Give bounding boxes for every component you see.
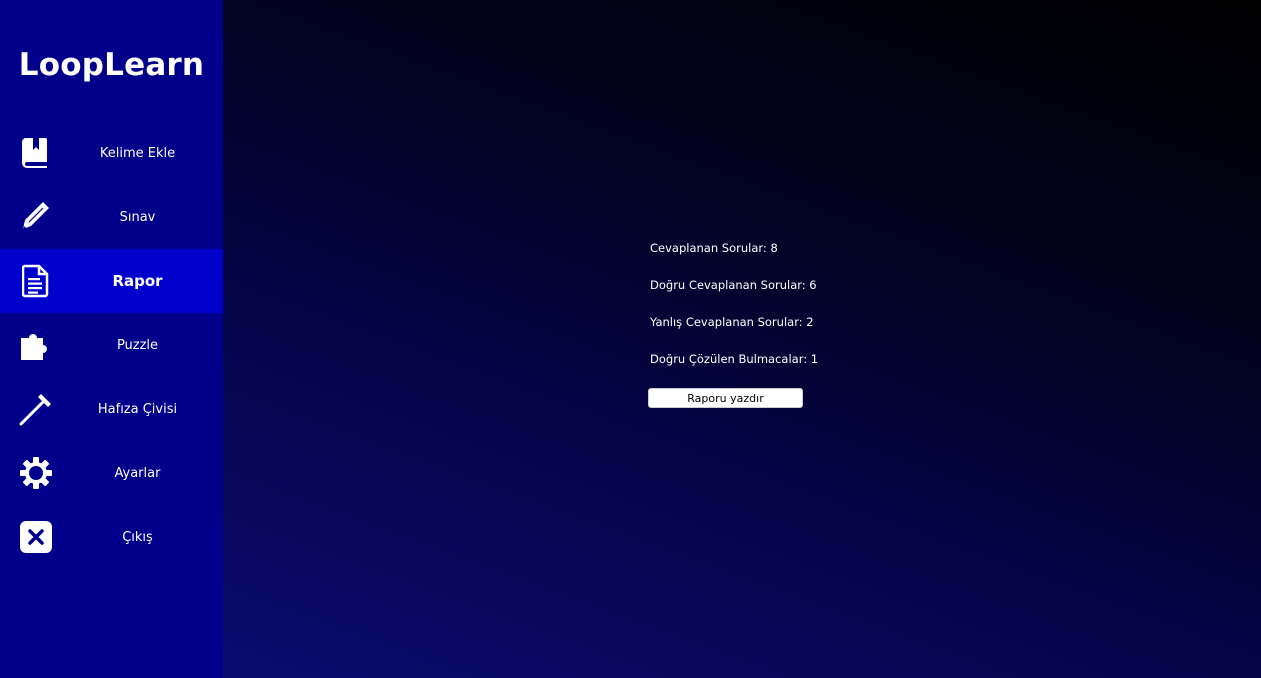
sidebar-item-rapor[interactable]: Rapor xyxy=(0,249,223,313)
stat-answered: Cevaplanan Sorular: 8 xyxy=(650,240,818,277)
sidebar-item-sinav[interactable]: Sınav xyxy=(0,185,223,249)
sidebar-item-hafiza-civisi[interactable]: Hafıza Çivisi xyxy=(0,377,223,441)
sidebar-item-label: Hafıza Çivisi xyxy=(97,401,178,417)
document-icon xyxy=(19,264,53,298)
pencil-icon xyxy=(19,200,53,234)
stat-value: 1 xyxy=(810,352,819,366)
stat-value: 8 xyxy=(770,241,778,255)
sidebar: LoopLearn Kelime Ekle Sınav Rapor Puzzle… xyxy=(0,0,223,678)
sidebar-item-label: Çıkış xyxy=(122,529,153,545)
stat-value: 2 xyxy=(806,315,814,329)
stat-label: Yanlış Cevaplanan Sorular: xyxy=(650,315,803,329)
stat-label: Cevaplanan Sorular: xyxy=(650,241,767,255)
puzzle-icon xyxy=(19,328,53,362)
report-panel: Cevaplanan Sorular: 8 Doğru Cevaplanan S… xyxy=(223,0,1261,678)
gear-icon xyxy=(19,456,53,490)
sidebar-item-label: Rapor xyxy=(112,272,163,290)
sidebar-item-puzzle[interactable]: Puzzle xyxy=(0,313,223,377)
sidebar-item-kelime-ekle[interactable]: Kelime Ekle xyxy=(0,121,223,185)
sidebar-item-label: Kelime Ekle xyxy=(99,145,176,161)
close-icon xyxy=(19,520,53,554)
report-stats: Cevaplanan Sorular: 8 Doğru Cevaplanan S… xyxy=(648,240,818,408)
sidebar-item-cikis[interactable]: Çıkış xyxy=(0,505,223,569)
sidebar-item-ayarlar[interactable]: Ayarlar xyxy=(0,441,223,505)
sidebar-item-label: Puzzle xyxy=(116,337,159,353)
stat-label: Doğru Çözülen Bulmacalar: xyxy=(650,352,808,366)
stat-value: 6 xyxy=(809,278,817,292)
stat-label: Doğru Cevaplanan Sorular: xyxy=(650,278,806,292)
stat-correct: Doğru Cevaplanan Sorular: 6 xyxy=(650,277,818,314)
nail-icon xyxy=(19,392,53,426)
stat-puzzles-solved: Doğru Çözülen Bulmacalar: 1 xyxy=(650,351,818,388)
print-report-button[interactable]: Raporu yazdır xyxy=(648,388,803,408)
app-title: LoopLearn xyxy=(18,46,205,83)
sidebar-item-label: Ayarlar xyxy=(114,465,161,481)
stat-wrong: Yanlış Cevaplanan Sorular: 2 xyxy=(650,314,818,351)
book-icon xyxy=(19,136,53,170)
sidebar-item-label: Sınav xyxy=(119,209,156,225)
